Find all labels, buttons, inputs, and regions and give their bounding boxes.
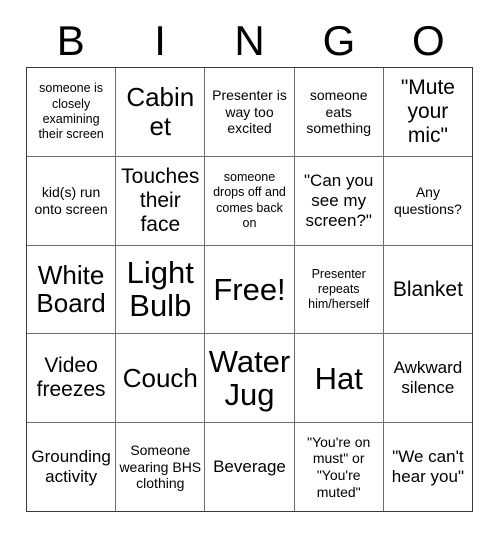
bingo-card: B I N G O someone is closely examining t… <box>0 0 500 544</box>
bingo-cell-label: Light Bulb <box>126 255 194 324</box>
bingo-cell[interactable]: Touches their face <box>116 156 206 246</box>
bingo-cell-label: "You're on must" or "You're muted" <box>307 433 371 500</box>
bingo-cell-label: kid(s) run onto screen <box>34 183 108 217</box>
bingo-cell[interactable]: White Board <box>27 245 117 335</box>
bingo-header-letter-g: G <box>322 17 356 64</box>
bingo-cell-label: someone is closely examining their scree… <box>38 81 104 142</box>
bingo-cell-label: Cabinet <box>126 82 195 141</box>
bingo-cell-label: Any questions? <box>394 183 462 217</box>
bingo-cell-label: White Board <box>36 259 106 319</box>
bingo-cell[interactable]: Light Bulb <box>116 245 206 335</box>
bingo-cell[interactable]: Cabinet <box>116 68 206 157</box>
bingo-cell[interactable]: Presenter is way too excited <box>205 68 295 157</box>
bingo-cell[interactable]: someone is closely examining their scree… <box>27 68 117 157</box>
bingo-cell[interactable]: someone eats something <box>294 68 384 157</box>
bingo-header-letter-n: N <box>234 17 265 64</box>
bingo-cell[interactable]: "Mute your mic" <box>383 68 473 157</box>
bingo-cell-label: Free! <box>213 271 286 307</box>
bingo-cell-label: someone drops off and comes back on <box>213 170 286 230</box>
bingo-cell[interactable]: Water Jug <box>205 334 295 424</box>
bingo-header-row: B I N G O <box>26 16 473 66</box>
bingo-cell[interactable]: Any questions? <box>383 156 473 246</box>
bingo-cell-label: Presenter is way too excited <box>212 86 287 137</box>
bingo-cell-label: Beverage <box>213 457 286 477</box>
bingo-cell[interactable]: Someone wearing BHS clothing <box>116 423 206 512</box>
bingo-cell[interactable]: "You're on must" or "You're muted" <box>294 423 384 512</box>
bingo-cell-free[interactable]: Free! <box>205 245 295 335</box>
bingo-cell-label: Blanket <box>392 277 463 301</box>
bingo-cell-label: Awkward silence <box>393 358 463 398</box>
bingo-cell[interactable]: Blanket <box>383 245 473 335</box>
bingo-cell-label: "Can you see my screen?" <box>304 170 374 230</box>
bingo-cell-label: Presenter repeats him/herself <box>308 266 370 312</box>
bingo-cell-label: someone eats something <box>306 86 371 137</box>
bingo-cell-label: "We can't hear you" <box>391 447 464 487</box>
bingo-cell[interactable]: Couch <box>116 334 206 424</box>
bingo-cell[interactable]: kid(s) run onto screen <box>27 156 117 246</box>
bingo-cell[interactable]: Beverage <box>205 423 295 512</box>
bingo-cell-label: Touches their face <box>121 164 200 236</box>
bingo-cell[interactable]: "We can't hear you" <box>383 423 473 512</box>
bingo-cell[interactable]: Grounding activity <box>27 423 117 512</box>
bingo-cell-label: Someone wearing BHS clothing <box>119 441 202 492</box>
bingo-cell[interactable]: "Can you see my screen?" <box>294 156 384 246</box>
bingo-cell-label: "Mute your mic" <box>400 75 455 147</box>
bingo-cell-label: Grounding activity <box>31 447 111 487</box>
bingo-cell[interactable]: someone drops off and comes back on <box>205 156 295 246</box>
bingo-cell[interactable]: Video freezes <box>27 334 117 424</box>
bingo-header-letter-b: B <box>56 17 85 64</box>
bingo-cell-label: Water Jug <box>208 343 291 413</box>
bingo-cell[interactable]: Hat <box>294 334 384 424</box>
bingo-grid: someone is closely examining their scree… <box>26 67 473 512</box>
bingo-header-letter-o: O <box>411 17 445 64</box>
bingo-cell-label: Couch <box>122 362 198 393</box>
bingo-cell-label: Hat <box>314 360 363 396</box>
bingo-cell[interactable]: Presenter repeats him/herself <box>294 245 384 335</box>
bingo-cell-label: Video freezes <box>36 354 106 402</box>
bingo-cell[interactable]: Awkward silence <box>383 334 473 424</box>
bingo-header-letter-i: I <box>154 17 166 64</box>
